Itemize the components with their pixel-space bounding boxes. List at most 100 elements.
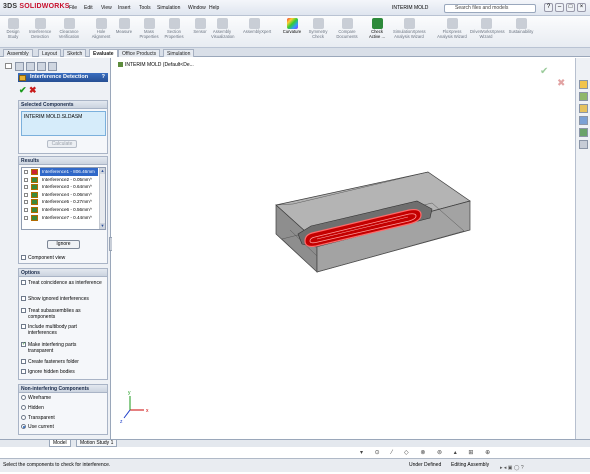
option-checkbox[interactable]: ✓ Make interfering parts transparent xyxy=(21,342,107,354)
property-manager-icon[interactable] xyxy=(26,62,35,71)
display-manager-icon[interactable] xyxy=(48,62,57,71)
library-icon[interactable] xyxy=(579,92,588,101)
folder-icon[interactable] xyxy=(579,104,588,113)
result-row[interactable]: Interference1 - 806.46mm xyxy=(22,168,105,176)
checkbox[interactable] xyxy=(21,255,26,260)
tab-assembly[interactable]: Assembly xyxy=(3,49,33,57)
tool-assemblyxpert[interactable]: AssemblyXpert xyxy=(243,18,271,35)
tool-sensor[interactable]: Sensor xyxy=(189,18,211,35)
option-checkbox[interactable]: Create fasteners folder xyxy=(21,359,107,365)
tool-measure[interactable]: Measure xyxy=(113,18,135,35)
radio-button[interactable] xyxy=(21,424,26,429)
restore-icon[interactable]: □ xyxy=(566,3,575,12)
minimize-icon[interactable]: – xyxy=(555,3,564,12)
checkbox[interactable] xyxy=(21,308,26,313)
tool-driveworksxpress-wizard[interactable]: DriveWorksXpress Wizard xyxy=(470,18,505,39)
radio-hidden[interactable]: Hidden xyxy=(21,405,107,411)
list-item[interactable]: INTERIM MOLD.SLDASM xyxy=(24,114,103,120)
option-checkbox[interactable]: Ignore hidden bodies xyxy=(21,369,107,375)
expand-icon[interactable] xyxy=(24,192,28,197)
menu-window[interactable]: Window xyxy=(188,5,206,11)
checkbox[interactable] xyxy=(21,280,26,285)
appearances-icon[interactable] xyxy=(579,128,588,137)
expand-icon[interactable] xyxy=(24,207,28,212)
tab-simulation[interactable]: Simulation xyxy=(163,49,195,57)
option-checkbox[interactable]: Show ignored interferences xyxy=(21,296,107,302)
tool-compare-documents[interactable]: Compare Documents xyxy=(336,18,358,39)
results-list[interactable]: Interference1 - 806.46mm Interference2 - … xyxy=(21,167,106,230)
checkbox[interactable]: ✓ xyxy=(21,342,26,347)
search-input[interactable]: Search files and models xyxy=(444,4,536,13)
custom-properties-icon[interactable] xyxy=(579,140,588,149)
tab-layout[interactable]: Layout xyxy=(38,49,62,57)
checkbox[interactable] xyxy=(21,296,26,301)
tab-sketch[interactable]: Sketch xyxy=(63,49,87,57)
tool-interference-detection[interactable]: Interference Detection xyxy=(29,18,51,39)
radio-wireframe[interactable]: Wireframe xyxy=(21,395,107,401)
feature-tree-icon[interactable] xyxy=(15,62,24,71)
radio-button[interactable] xyxy=(21,415,26,420)
tool-clearance-verification[interactable]: Clearance Verification xyxy=(58,18,80,39)
radio-use-current[interactable]: Use current xyxy=(21,424,107,430)
tool-hole-alignment[interactable]: Hole Alignment xyxy=(90,18,112,39)
menu-tools[interactable]: Tools xyxy=(139,5,151,11)
menu-help[interactable]: Help xyxy=(209,5,219,11)
tool-design-study[interactable]: Design Study xyxy=(2,18,24,39)
checkbox[interactable] xyxy=(21,369,26,374)
radio-button[interactable] xyxy=(21,405,26,410)
status-icons[interactable]: ▸ ◂ ▣ ◯ ? xyxy=(500,462,524,474)
result-row[interactable]: Interference2 - 0.05mm^ xyxy=(22,176,105,184)
home-icon[interactable] xyxy=(579,80,588,89)
menu-view[interactable]: View xyxy=(101,5,112,11)
tab-office-products[interactable]: Office Products xyxy=(118,49,161,57)
option-checkbox[interactable]: Include multibody part interferences xyxy=(21,324,107,336)
mold-model-view[interactable]: x y z xyxy=(112,58,574,439)
component-view-checkbox[interactable]: Component view xyxy=(21,255,107,261)
filter-icon[interactable] xyxy=(5,63,12,69)
cancel-x-icon[interactable]: ✖ xyxy=(29,85,37,96)
result-row[interactable]: Interference7 - 0.44mm^ xyxy=(22,214,105,222)
result-row[interactable]: Interference4 - 0.06mm^ xyxy=(22,191,105,199)
menu-simulation[interactable]: Simulation xyxy=(157,5,180,11)
solidworks-logo[interactable]: 3DS SOLIDWORKS xyxy=(3,3,70,10)
expand-icon[interactable] xyxy=(24,170,28,174)
sketch-tools[interactable]: ▾ ⊙ ⁄ ◇ ⊗ ⊚ ▴ ⊞ ⊕ xyxy=(360,449,575,457)
menu-insert[interactable]: Insert xyxy=(118,5,131,11)
tab-evaluate[interactable]: Evaluate xyxy=(89,49,118,57)
tool-floxpress-analysis-wizard[interactable]: FloXpress Analysis Wizard xyxy=(436,18,468,39)
configuration-manager-icon[interactable] xyxy=(37,62,46,71)
expand-icon[interactable] xyxy=(24,200,28,205)
tool-simulationxpress-analysis-wizard[interactable]: SimulationXpress Analysis Wizard xyxy=(393,18,426,39)
radio-button[interactable] xyxy=(21,395,26,400)
tool-assembly-visualization[interactable]: Assembly Visualization xyxy=(211,18,234,39)
menu-edit[interactable]: Edit xyxy=(84,5,93,11)
expand-icon[interactable] xyxy=(24,177,28,182)
help-icon[interactable]: ? xyxy=(102,73,105,82)
result-row[interactable]: Interference6 - 0.56mm^ xyxy=(22,206,105,214)
checkbox[interactable] xyxy=(21,324,26,329)
result-row[interactable]: Interference3 - 0.64mm^ xyxy=(22,183,105,191)
option-checkbox[interactable]: Treat subassemblies as components xyxy=(21,308,107,320)
close-icon[interactable]: × xyxy=(577,3,586,12)
tool-sustainability[interactable]: Sustainability xyxy=(505,18,537,35)
results-scrollbar[interactable]: ▲ ▼ xyxy=(99,168,105,229)
tool-section-properties[interactable]: Section Properties xyxy=(163,18,185,39)
selected-components-list[interactable]: INTERIM MOLD.SLDASM xyxy=(21,111,106,136)
menu-file[interactable]: File xyxy=(69,5,77,11)
bottom-tab-model[interactable]: Model xyxy=(49,440,71,447)
view-palette-icon[interactable] xyxy=(579,116,588,125)
option-checkbox[interactable]: Treat coincidence as interference xyxy=(21,280,107,286)
calculate-button[interactable]: Calculate xyxy=(47,140,77,148)
radio-transparent[interactable]: Transparent xyxy=(21,415,107,421)
tool-curvature[interactable]: Curvature xyxy=(281,18,303,35)
result-row[interactable]: Interference5 - 0.27mm^ xyxy=(22,198,105,206)
bottom-tab-motion-study-1[interactable]: Motion Study 1 xyxy=(76,440,118,447)
expand-icon[interactable] xyxy=(24,215,28,220)
tool-symmetry-check[interactable]: Symmetry Check xyxy=(307,18,329,39)
ignore-button[interactable]: Ignore xyxy=(47,240,80,249)
expand-icon[interactable] xyxy=(24,185,28,190)
tool-mass-properties[interactable]: Mass Properties xyxy=(138,18,160,39)
help-icon[interactable]: ? xyxy=(544,3,553,12)
checkbox[interactable] xyxy=(21,359,26,364)
tool-check-active[interactable]: Check Active ... xyxy=(366,18,388,39)
